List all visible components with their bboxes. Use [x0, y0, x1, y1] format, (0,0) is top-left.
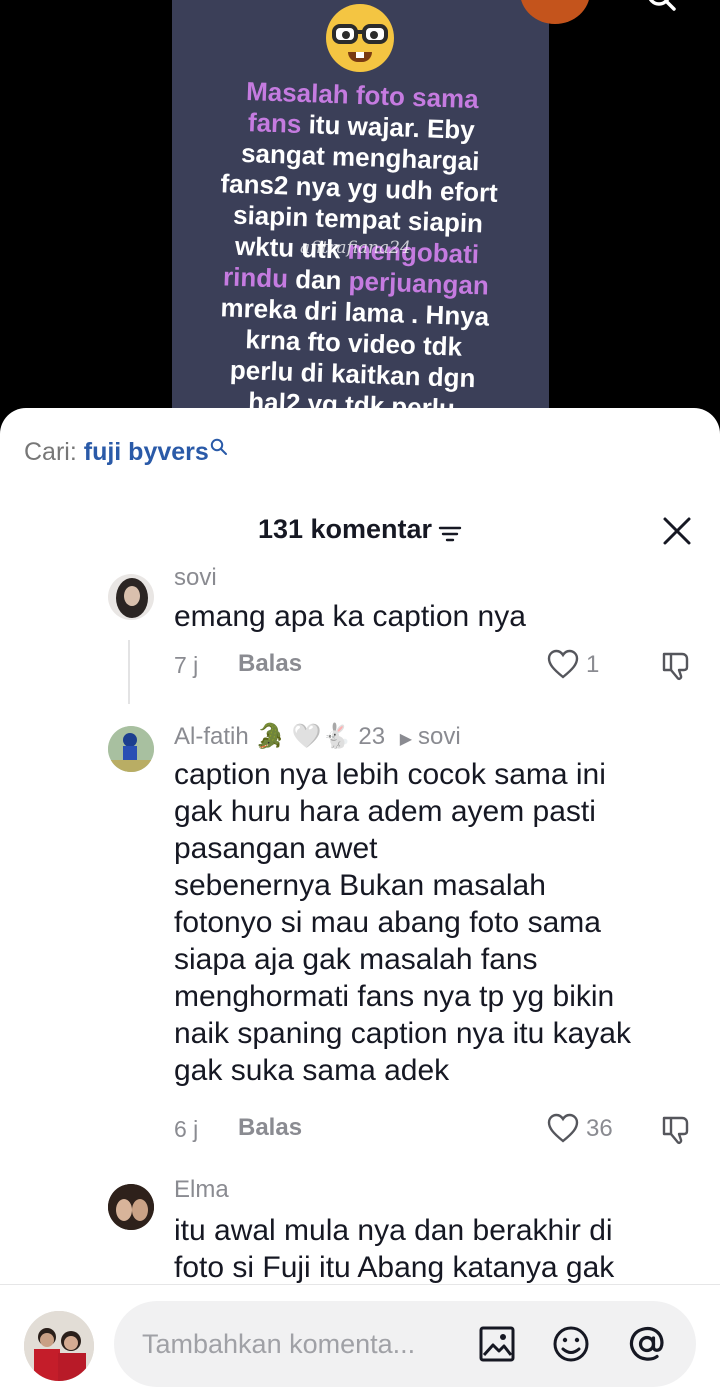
- comments-header: 131 komentar: [0, 514, 720, 554]
- comment-username[interactable]: Elma: [174, 1176, 229, 1204]
- emoji-icon[interactable]: [550, 1323, 592, 1365]
- username-text: Al-fatih 🐊 🤍🐇 23: [174, 723, 386, 750]
- overlay-text: dan: [287, 263, 350, 296]
- comment-text-line: gak huru hara adem ayem pasti: [174, 795, 596, 828]
- overlay-highlight-text: fans: [247, 107, 302, 139]
- sort-icon[interactable]: [438, 524, 462, 544]
- reply-button[interactable]: Balas: [238, 1114, 302, 1142]
- reply-to-username[interactable]: sovi: [418, 723, 461, 750]
- overlay-highlight-text: perjuangan: [348, 265, 490, 301]
- avatar[interactable]: [108, 1184, 154, 1230]
- overlay-text: itu wajar. Eby: [300, 108, 476, 146]
- overlay-highlight-text: rindu: [222, 261, 289, 294]
- comment-text-line: siapa aja gak masalah fans: [174, 943, 538, 976]
- watermark: afitrafiana24: [300, 238, 411, 258]
- comment-text-line: sebenernya Bukan masalah: [174, 869, 546, 902]
- comment-text-line: naik spaning caption nya itu kayak: [174, 1017, 631, 1050]
- comment-username[interactable]: Al-fatih 🐊 🤍🐇 23 ▶ sovi: [174, 722, 461, 751]
- search-suggestion[interactable]: Cari: fuji byvers: [24, 438, 228, 467]
- comment-list[interactable]: sovi emang apa ka caption nya 7 j Balas …: [0, 558, 720, 1285]
- video-player[interactable]: Masalah foto sama fans itu wajar. Eby sang…: [0, 0, 720, 440]
- comment-count: 131 komentar: [257, 514, 433, 544]
- comment-text-line: gak suka sama adek: [174, 1054, 450, 1087]
- heart-icon[interactable]: [546, 648, 580, 680]
- caret-right-icon: ▶: [399, 731, 413, 748]
- mention-icon[interactable]: [626, 1323, 668, 1365]
- like-count: 36: [586, 1115, 613, 1142]
- comment-text-line: pasangan awet: [174, 832, 378, 865]
- comment-input[interactable]: [142, 1323, 442, 1365]
- comment-actions: 7 j Balas 1: [174, 648, 704, 684]
- comment-actions: 6 j Balas 36: [174, 1112, 704, 1148]
- heart-icon[interactable]: [546, 1112, 580, 1144]
- comments-sheet: Cari: fuji byvers 131 komentar sovi eman…: [0, 408, 720, 1388]
- comment-username[interactable]: sovi: [174, 564, 217, 592]
- comment-text-line: caption nya lebih cocok sama ini: [174, 758, 606, 791]
- search-icon[interactable]: [646, 0, 676, 18]
- thread-line: [128, 640, 130, 704]
- reply-button[interactable]: Balas: [238, 650, 302, 678]
- search-term-link[interactable]: fuji byvers: [84, 438, 209, 466]
- comment-time: 6 j: [174, 1116, 199, 1142]
- search-prefix: Cari:: [24, 438, 77, 466]
- comment-text: emang apa ka caption nya: [174, 600, 526, 633]
- avatar[interactable]: [24, 1311, 94, 1381]
- dislike-icon[interactable]: [660, 1112, 694, 1146]
- comment-text: itu awal mula nya dan berakhir di foto s…: [174, 1212, 704, 1285]
- like-count: 1: [586, 651, 600, 678]
- comment-text-line: menghormati fans nya tp yg bikin: [174, 980, 615, 1013]
- avatar[interactable]: [108, 726, 154, 772]
- comment-text: caption nya lebih cocok sama ini gak hur…: [174, 756, 704, 1089]
- comment-text-line: foto si Fuji itu Abang katanya gak: [174, 1251, 615, 1284]
- close-icon[interactable]: [662, 516, 692, 546]
- search-icon: [210, 438, 227, 455]
- comment-time: 7 j: [174, 652, 199, 678]
- comment-text-line: itu awal mula nya dan berakhir di: [174, 1214, 613, 1247]
- comment-input-container[interactable]: [114, 1301, 696, 1387]
- comment-text-line: fotonyo si mau abang foto sama: [174, 906, 601, 939]
- dislike-icon[interactable]: [660, 648, 694, 682]
- nerd-face-icon: [326, 4, 394, 72]
- image-icon[interactable]: [476, 1323, 518, 1365]
- comment-composer: [0, 1284, 720, 1388]
- avatar[interactable]: [108, 574, 154, 620]
